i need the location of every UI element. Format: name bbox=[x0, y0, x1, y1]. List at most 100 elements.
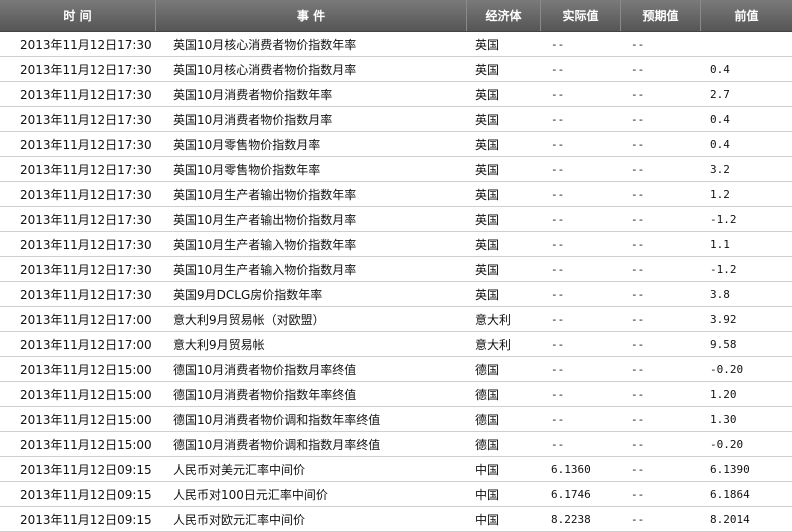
table-row[interactable]: 2013年11月12日17:30 英国10月核心消费者物价指数月率 英国 -- -- 0.… bbox=[0, 57, 792, 82]
cell-previous: -1.2 bbox=[710, 262, 737, 276]
column-header-economy[interactable]: 经济体 bbox=[467, 0, 541, 31]
economic-calendar-table: 时 间 事 件 经济体 实际值 预期值 前值 2013年11月12日17:30 英… bbox=[0, 0, 792, 532]
table-row[interactable]: 2013年11月12日17:30 英国10月零售物价指数年率 英国 -- -- 3.2 bbox=[0, 157, 792, 182]
cell-time: 2013年11月12日17:30 bbox=[20, 37, 152, 52]
table-row[interactable]: 2013年11月12日17:30 英国10月消费者物价指数月率 英国 -- -- 0.4 bbox=[0, 107, 792, 132]
cell-economy: 意大利 bbox=[475, 337, 512, 352]
cell-time: 2013年11月12日17:30 bbox=[20, 187, 152, 202]
cell-previous: 0.4 bbox=[710, 137, 730, 151]
table-row[interactable]: 2013年11月12日17:30 英国10月生产者输入物价指数年率 英国 -- -- 1.… bbox=[0, 232, 792, 257]
table-row[interactable]: 2013年11月12日17:30 英国10月生产者输入物价指数月率 英国 -- -- -1… bbox=[0, 257, 792, 282]
table-row[interactable]: 2013年11月12日09:15 人民币对100日元汇率中间价 中国 6.1746 --… bbox=[0, 482, 792, 507]
cell-time: 2013年11月12日17:30 bbox=[20, 87, 152, 102]
cell-forecast: -- bbox=[631, 312, 645, 326]
cell-previous: 8.2014 bbox=[710, 512, 750, 526]
cell-actual: -- bbox=[551, 362, 565, 376]
cell-event: 英国9月DCLG房价指数年率 bbox=[173, 287, 323, 302]
cell-previous: 9.58 bbox=[710, 337, 737, 351]
cell-event: 英国10月生产者输出物价指数月率 bbox=[173, 212, 357, 227]
cell-economy: 德国 bbox=[475, 387, 500, 402]
table-body: 2013年11月12日17:30 英国10月核心消费者物价指数年率 英国 -- -- 20… bbox=[0, 32, 792, 532]
table-row[interactable]: 2013年11月12日17:00 意大利9月贸易帐 意大利 -- -- 9.58 bbox=[0, 332, 792, 357]
cell-previous: 1.1 bbox=[710, 237, 730, 251]
table-row[interactable]: 2013年11月12日17:30 英国10月零售物价指数月率 英国 -- -- 0.4 bbox=[0, 132, 792, 157]
table-row[interactable]: 2013年11月12日15:00 德国10月消费者物价指数年率终值 德国 -- -- 1.… bbox=[0, 382, 792, 407]
table-row[interactable]: 2013年11月12日15:00 德国10月消费者物价调和指数月率终值 德国 -- --… bbox=[0, 432, 792, 457]
cell-time: 2013年11月12日09:15 bbox=[20, 462, 152, 477]
cell-forecast: -- bbox=[631, 137, 645, 151]
cell-economy: 意大利 bbox=[475, 312, 512, 327]
cell-actual: 6.1746 bbox=[551, 487, 591, 501]
cell-economy: 中国 bbox=[475, 462, 500, 477]
cell-previous: 0.4 bbox=[710, 112, 730, 126]
cell-event: 德国10月消费者物价调和指数月率终值 bbox=[173, 437, 381, 452]
cell-time: 2013年11月12日17:00 bbox=[20, 337, 152, 352]
cell-event: 人民币对欧元汇率中间价 bbox=[173, 512, 306, 527]
cell-forecast: -- bbox=[631, 462, 645, 476]
cell-economy: 德国 bbox=[475, 362, 500, 377]
column-header-actual[interactable]: 实际值 bbox=[541, 0, 621, 31]
cell-forecast: -- bbox=[631, 112, 645, 126]
cell-actual: -- bbox=[551, 37, 565, 51]
cell-actual: -- bbox=[551, 162, 565, 176]
cell-forecast: -- bbox=[631, 487, 645, 501]
cell-time: 2013年11月12日17:00 bbox=[20, 312, 152, 327]
table-row[interactable]: 2013年11月12日17:00 意大利9月贸易帐（对欧盟） 意大利 -- -- 3.92 bbox=[0, 307, 792, 332]
cell-actual: -- bbox=[551, 137, 565, 151]
cell-economy: 英国 bbox=[475, 162, 500, 177]
column-header-event[interactable]: 事 件 bbox=[156, 0, 467, 31]
cell-forecast: -- bbox=[631, 412, 645, 426]
cell-actual: -- bbox=[551, 112, 565, 126]
cell-event: 英国10月核心消费者物价指数年率 bbox=[173, 37, 357, 52]
cell-event: 意大利9月贸易帐（对欧盟） bbox=[173, 312, 325, 327]
table-row[interactable]: 2013年11月12日15:00 德国10月消费者物价指数月率终值 德国 -- -- -0… bbox=[0, 357, 792, 382]
column-header-forecast[interactable]: 预期值 bbox=[621, 0, 701, 31]
cell-event: 人民币对美元汇率中间价 bbox=[173, 462, 306, 477]
table-row[interactable]: 2013年11月12日17:30 英国10月生产者输出物价指数年率 英国 -- -- 1.… bbox=[0, 182, 792, 207]
cell-time: 2013年11月12日15:00 bbox=[20, 387, 152, 402]
cell-economy: 英国 bbox=[475, 262, 500, 277]
cell-economy: 英国 bbox=[475, 287, 500, 302]
table-row[interactable]: 2013年11月12日17:30 英国10月核心消费者物价指数年率 英国 -- -- bbox=[0, 32, 792, 57]
cell-time: 2013年11月12日09:15 bbox=[20, 512, 152, 527]
cell-actual: -- bbox=[551, 262, 565, 276]
cell-economy: 英国 bbox=[475, 87, 500, 102]
cell-forecast: -- bbox=[631, 37, 645, 51]
cell-economy: 英国 bbox=[475, 212, 500, 227]
table-row[interactable]: 2013年11月12日17:30 英国10月消费者物价指数年率 英国 -- -- 2.7 bbox=[0, 82, 792, 107]
cell-forecast: -- bbox=[631, 362, 645, 376]
table-row[interactable]: 2013年11月12日09:15 人民币对美元汇率中间价 中国 6.1360 -- 6.1… bbox=[0, 457, 792, 482]
table-row[interactable]: 2013年11月12日15:00 德国10月消费者物价调和指数年率终值 德国 -- --… bbox=[0, 407, 792, 432]
cell-actual: -- bbox=[551, 287, 565, 301]
cell-previous: 6.1864 bbox=[710, 487, 750, 501]
cell-previous: -1.2 bbox=[710, 212, 737, 226]
cell-previous: 3.2 bbox=[710, 162, 730, 176]
cell-previous: -0.20 bbox=[710, 362, 744, 376]
cell-time: 2013年11月12日17:30 bbox=[20, 137, 152, 152]
table-row[interactable]: 2013年11月12日09:15 人民币对欧元汇率中间价 中国 8.2238 -- 8.2… bbox=[0, 507, 792, 532]
cell-forecast: -- bbox=[631, 237, 645, 251]
cell-time: 2013年11月12日17:30 bbox=[20, 162, 152, 177]
cell-previous: 6.1390 bbox=[710, 462, 750, 476]
cell-event: 英国10月生产者输入物价指数月率 bbox=[173, 262, 357, 277]
table-header: 时 间 事 件 经济体 实际值 预期值 前值 bbox=[0, 0, 792, 32]
cell-actual: -- bbox=[551, 412, 565, 426]
cell-time: 2013年11月12日17:30 bbox=[20, 62, 152, 77]
cell-event: 人民币对100日元汇率中间价 bbox=[173, 487, 328, 502]
column-header-previous[interactable]: 前值 bbox=[701, 0, 792, 31]
table-row[interactable]: 2013年11月12日17:30 英国9月DCLG房价指数年率 英国 -- -- 3.8 bbox=[0, 282, 792, 307]
cell-forecast: -- bbox=[631, 187, 645, 201]
cell-previous: -0.20 bbox=[710, 437, 744, 451]
column-header-time[interactable]: 时 间 bbox=[0, 0, 156, 31]
cell-forecast: -- bbox=[631, 162, 645, 176]
cell-actual: -- bbox=[551, 87, 565, 101]
table-row[interactable]: 2013年11月12日17:30 英国10月生产者输出物价指数月率 英国 -- -- -1… bbox=[0, 207, 792, 232]
cell-event: 英国10月零售物价指数月率 bbox=[173, 137, 321, 152]
cell-forecast: -- bbox=[631, 287, 645, 301]
cell-event: 英国10月零售物价指数年率 bbox=[173, 162, 321, 177]
cell-previous: 1.30 bbox=[710, 412, 737, 426]
cell-economy: 英国 bbox=[475, 112, 500, 127]
cell-previous: 0.4 bbox=[710, 62, 730, 76]
cell-actual: -- bbox=[551, 387, 565, 401]
cell-actual: -- bbox=[551, 437, 565, 451]
